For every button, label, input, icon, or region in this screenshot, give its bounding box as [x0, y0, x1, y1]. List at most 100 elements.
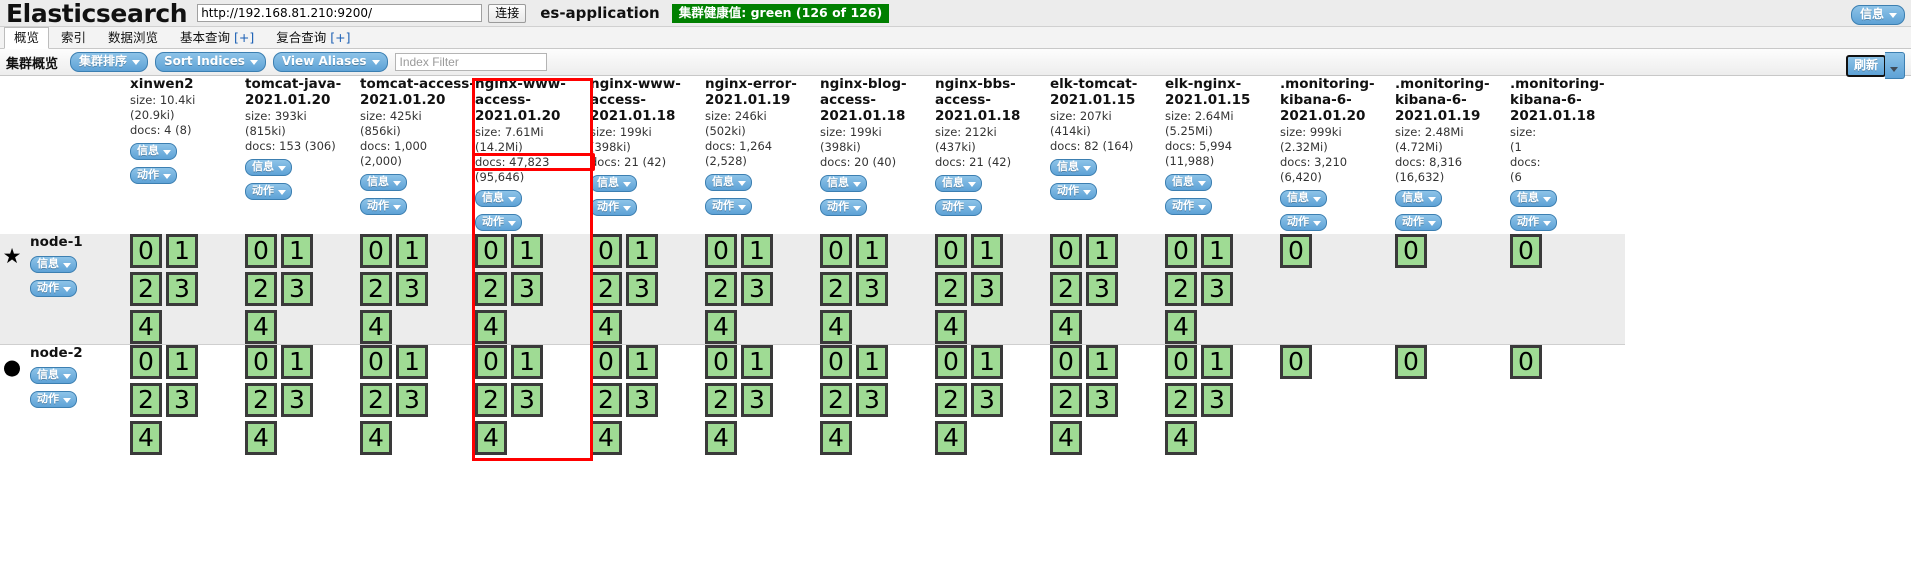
index-info-button[interactable]: 信息: [820, 175, 867, 192]
shard-2[interactable]: 2: [360, 272, 392, 306]
shard-1[interactable]: 1: [626, 345, 658, 379]
shard-4[interactable]: 4: [1165, 310, 1197, 344]
index-action-button[interactable]: 动作: [245, 183, 292, 200]
shard-4[interactable]: 4: [590, 421, 622, 455]
shard-4[interactable]: 4: [820, 421, 852, 455]
node-action-button[interactable]: 动作: [30, 391, 77, 408]
shard-0[interactable]: 0: [1050, 234, 1082, 268]
node-info-button[interactable]: 信息: [30, 256, 77, 273]
shard-2[interactable]: 2: [1165, 383, 1197, 417]
shard-4[interactable]: 4: [705, 310, 737, 344]
shard-4[interactable]: 4: [1050, 310, 1082, 344]
index-info-button[interactable]: 信息: [590, 175, 637, 192]
index-action-button[interactable]: 动作: [705, 198, 752, 215]
shard-3[interactable]: 3: [1086, 383, 1118, 417]
shard-2[interactable]: 2: [935, 383, 967, 417]
shard-0[interactable]: 0: [1395, 345, 1427, 379]
index-action-button[interactable]: 动作: [130, 167, 177, 184]
shard-2[interactable]: 2: [1050, 383, 1082, 417]
shard-4[interactable]: 4: [360, 310, 392, 344]
shard-1[interactable]: 1: [396, 345, 428, 379]
shard-0[interactable]: 0: [1280, 345, 1312, 379]
view-aliases-button[interactable]: View Aliases: [272, 52, 388, 72]
shard-4[interactable]: 4: [1165, 421, 1197, 455]
shard-1[interactable]: 1: [626, 234, 658, 268]
shard-0[interactable]: 0: [820, 234, 852, 268]
index-action-button[interactable]: 动作: [1510, 214, 1557, 231]
shard-3[interactable]: 3: [856, 272, 888, 306]
shard-4[interactable]: 4: [590, 310, 622, 344]
shard-0[interactable]: 0: [1050, 345, 1082, 379]
header-info-button[interactable]: 信息: [1850, 5, 1905, 25]
shard-3[interactable]: 3: [626, 383, 658, 417]
shard-3[interactable]: 3: [166, 272, 198, 306]
shard-2[interactable]: 2: [130, 383, 162, 417]
index-action-button[interactable]: 动作: [590, 199, 637, 216]
index-info-button[interactable]: 信息: [130, 143, 177, 160]
shard-2[interactable]: 2: [820, 272, 852, 306]
shard-1[interactable]: 1: [856, 345, 888, 379]
shard-0[interactable]: 0: [360, 234, 392, 268]
shard-1[interactable]: 1: [166, 234, 198, 268]
shard-0[interactable]: 0: [360, 345, 392, 379]
shard-0[interactable]: 0: [705, 345, 737, 379]
refresh-dropdown-button[interactable]: [1885, 52, 1905, 79]
shard-2[interactable]: 2: [590, 272, 622, 306]
shard-2[interactable]: 2: [935, 272, 967, 306]
tab-basic-query[interactable]: 基本查询 [+]: [170, 27, 264, 48]
index-action-button[interactable]: 动作: [1280, 214, 1327, 231]
index-info-button[interactable]: 信息: [935, 175, 982, 192]
shard-4[interactable]: 4: [820, 310, 852, 344]
sort-indices-button[interactable]: Sort Indices: [155, 52, 266, 72]
shard-0[interactable]: 0: [705, 234, 737, 268]
shard-0[interactable]: 0: [245, 234, 277, 268]
shard-2[interactable]: 2: [245, 383, 277, 417]
shard-3[interactable]: 3: [281, 272, 313, 306]
connect-button[interactable]: 连接: [488, 3, 527, 23]
cluster-url-input[interactable]: [197, 4, 483, 22]
refresh-button[interactable]: 刷新: [1845, 54, 1886, 77]
index-info-button[interactable]: 信息: [245, 159, 292, 176]
shard-4[interactable]: 4: [935, 421, 967, 455]
shard-4[interactable]: 4: [475, 310, 507, 344]
shard-4[interactable]: 4: [1050, 421, 1082, 455]
shard-0[interactable]: 0: [1510, 234, 1542, 268]
shard-4[interactable]: 4: [245, 421, 277, 455]
shard-0[interactable]: 0: [130, 234, 162, 268]
shard-2[interactable]: 2: [130, 272, 162, 306]
shard-0[interactable]: 0: [1280, 234, 1312, 268]
index-action-button[interactable]: 动作: [475, 214, 522, 231]
shard-0[interactable]: 0: [1510, 345, 1542, 379]
shard-3[interactable]: 3: [971, 272, 1003, 306]
shard-2[interactable]: 2: [1165, 272, 1197, 306]
shard-0[interactable]: 0: [475, 345, 507, 379]
shard-3[interactable]: 3: [626, 272, 658, 306]
shard-4[interactable]: 4: [360, 421, 392, 455]
sort-cluster-button[interactable]: 集群排序: [70, 52, 149, 72]
shard-1[interactable]: 1: [166, 345, 198, 379]
index-info-button[interactable]: 信息: [705, 174, 752, 191]
index-action-button[interactable]: 动作: [1165, 198, 1212, 215]
shard-4[interactable]: 4: [705, 421, 737, 455]
shard-0[interactable]: 0: [935, 234, 967, 268]
shard-4[interactable]: 4: [935, 310, 967, 344]
shard-3[interactable]: 3: [396, 383, 428, 417]
index-info-button[interactable]: 信息: [1050, 159, 1097, 176]
shard-4[interactable]: 4: [130, 310, 162, 344]
shard-1[interactable]: 1: [1201, 234, 1233, 268]
shard-2[interactable]: 2: [705, 383, 737, 417]
shard-3[interactable]: 3: [1201, 383, 1233, 417]
shard-4[interactable]: 4: [245, 310, 277, 344]
shard-0[interactable]: 0: [130, 345, 162, 379]
index-info-button[interactable]: 信息: [1165, 174, 1212, 191]
tab-indices[interactable]: 索引: [51, 27, 96, 48]
shard-1[interactable]: 1: [971, 345, 1003, 379]
shard-1[interactable]: 1: [1086, 234, 1118, 268]
shard-0[interactable]: 0: [1395, 234, 1427, 268]
tab-composite-query-plus[interactable]: [+]: [330, 30, 350, 45]
shard-1[interactable]: 1: [856, 234, 888, 268]
shard-1[interactable]: 1: [281, 345, 313, 379]
tab-overview[interactable]: 概览: [4, 27, 50, 49]
shard-3[interactable]: 3: [511, 383, 543, 417]
shard-0[interactable]: 0: [935, 345, 967, 379]
